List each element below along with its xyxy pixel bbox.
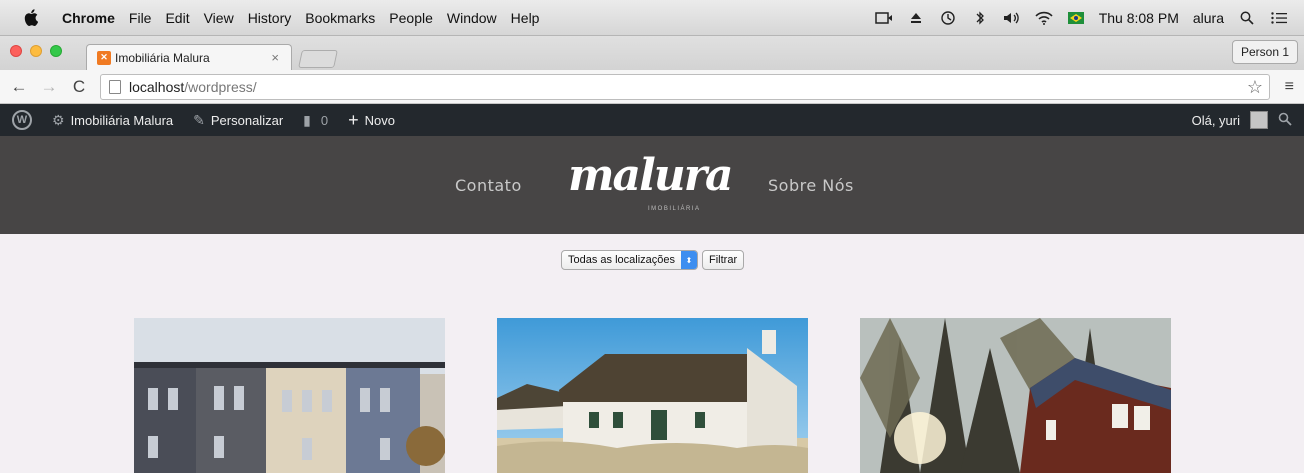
menu-history[interactable]: History [248, 10, 292, 26]
malura-logo[interactable]: malura IMOBILIÁRIA [562, 150, 733, 220]
address-bar[interactable]: localhost/wordpress/ ☆ [100, 74, 1270, 100]
property-card-thatched-cottage[interactable] [497, 318, 808, 473]
forward-arrow-icon[interactable]: → [38, 77, 60, 97]
menubar-clock[interactable]: Thu 8:08 PM [1099, 10, 1179, 26]
screen-record-icon[interactable] [874, 9, 893, 27]
menubar-user[interactable]: alura [1193, 10, 1224, 26]
comment-bubble-icon: ▮ [303, 111, 311, 128]
nav-link-sobre-nos[interactable]: Sobre Nós [768, 176, 854, 195]
location-filter: Todas as localizações ⬍ Filtrar [561, 250, 745, 270]
notification-center-icon[interactable] [1270, 9, 1288, 27]
menu-edit[interactable]: Edit [165, 10, 189, 26]
menu-window[interactable]: Window [447, 10, 497, 26]
window-maximize-button[interactable] [50, 45, 62, 57]
back-arrow-icon[interactable]: ← [8, 77, 30, 97]
spotlight-search-icon[interactable] [1238, 9, 1256, 27]
site-header: Contato malura IMOBILIÁRIA Sobre Nós [0, 136, 1304, 234]
filter-button[interactable]: Filtrar [702, 250, 745, 270]
location-select[interactable]: Todas as localizações ⬍ [561, 250, 699, 270]
wp-admin-bar: W ⚙ Imobiliária Malura ✎ Personalizar ▮ … [0, 104, 1304, 136]
wp-customize-link[interactable]: ✎ Personalizar [193, 112, 283, 129]
plus-icon: + [348, 109, 359, 130]
wp-comments-count: 0 [320, 112, 329, 128]
new-tab-button[interactable] [298, 50, 338, 68]
wifi-icon[interactable] [1035, 9, 1053, 27]
person-profile-button[interactable]: Person 1 [1231, 40, 1298, 64]
browser-tab-active[interactable]: ✕ Imobiliária Malura × [86, 44, 292, 70]
reload-icon[interactable]: C [68, 77, 90, 97]
wp-new-label: Novo [364, 112, 395, 128]
mac-menu-bar: Chrome File Edit View History Bookmarks … [0, 0, 1304, 36]
user-avatar[interactable] [1250, 111, 1268, 129]
wordpress-logo-icon[interactable]: W [12, 110, 32, 130]
menu-view[interactable]: View [204, 10, 234, 26]
logo-wordmark: malura [568, 150, 733, 201]
property-card-victorian-houses[interactable] [134, 318, 445, 473]
bookmark-star-icon[interactable]: ☆ [1247, 77, 1263, 98]
xampp-favicon-icon: ✕ [97, 50, 111, 65]
property-image [497, 318, 808, 473]
wp-new-link[interactable]: + Novo [348, 110, 395, 131]
browser-toolbar: ← → C localhost/wordpress/ ☆ ≡ [0, 70, 1304, 104]
bluetooth-icon[interactable] [971, 9, 989, 27]
time-machine-icon[interactable] [939, 9, 957, 27]
wp-customize-label: Personalizar [210, 112, 284, 128]
paintbrush-icon: ✎ [193, 111, 205, 128]
tab-close-icon[interactable]: × [271, 50, 279, 65]
window-close-button[interactable] [10, 45, 22, 57]
location-select-value: Todas as localizações [568, 254, 676, 266]
menu-bookmarks[interactable]: Bookmarks [305, 10, 375, 26]
browser-menu-icon[interactable]: ≡ [1285, 78, 1294, 96]
property-image [134, 318, 445, 473]
wp-site-name: Imobiliária Malura [70, 112, 174, 128]
menu-file[interactable]: File [129, 10, 152, 26]
wp-search-icon[interactable] [1278, 112, 1292, 129]
wp-comments-link[interactable]: ▮ 0 [303, 112, 328, 129]
property-card-forest-cabin[interactable] [860, 318, 1171, 473]
tab-title: Imobiliária Malura [115, 50, 210, 65]
menu-help[interactable]: Help [511, 10, 540, 26]
window-minimize-button[interactable] [30, 45, 42, 57]
page-icon [109, 80, 121, 94]
menu-people[interactable]: People [389, 10, 433, 26]
menu-app-chrome[interactable]: Chrome [62, 10, 115, 26]
apple-icon[interactable] [16, 9, 46, 26]
url-path: /wordpress/ [184, 79, 257, 95]
logo-subtitle: IMOBILIÁRIA [648, 206, 701, 212]
url-host: localhost [129, 79, 185, 95]
window-controls [10, 45, 62, 57]
volume-icon[interactable] [1003, 9, 1021, 27]
property-image [860, 318, 1171, 473]
flag-icon[interactable] [1067, 9, 1085, 27]
browser-tab-strip: ✕ Imobiliária Malura × Person 1 [0, 36, 1304, 70]
nav-link-contato[interactable]: Contato [455, 176, 522, 195]
dashboard-icon: ⚙ [52, 111, 65, 128]
eject-icon[interactable] [907, 9, 925, 27]
select-arrows-icon: ⬍ [681, 251, 698, 269]
wp-greeting[interactable]: Olá, yuri [1192, 113, 1240, 128]
wp-site-name-link[interactable]: ⚙ Imobiliária Malura [52, 112, 173, 129]
